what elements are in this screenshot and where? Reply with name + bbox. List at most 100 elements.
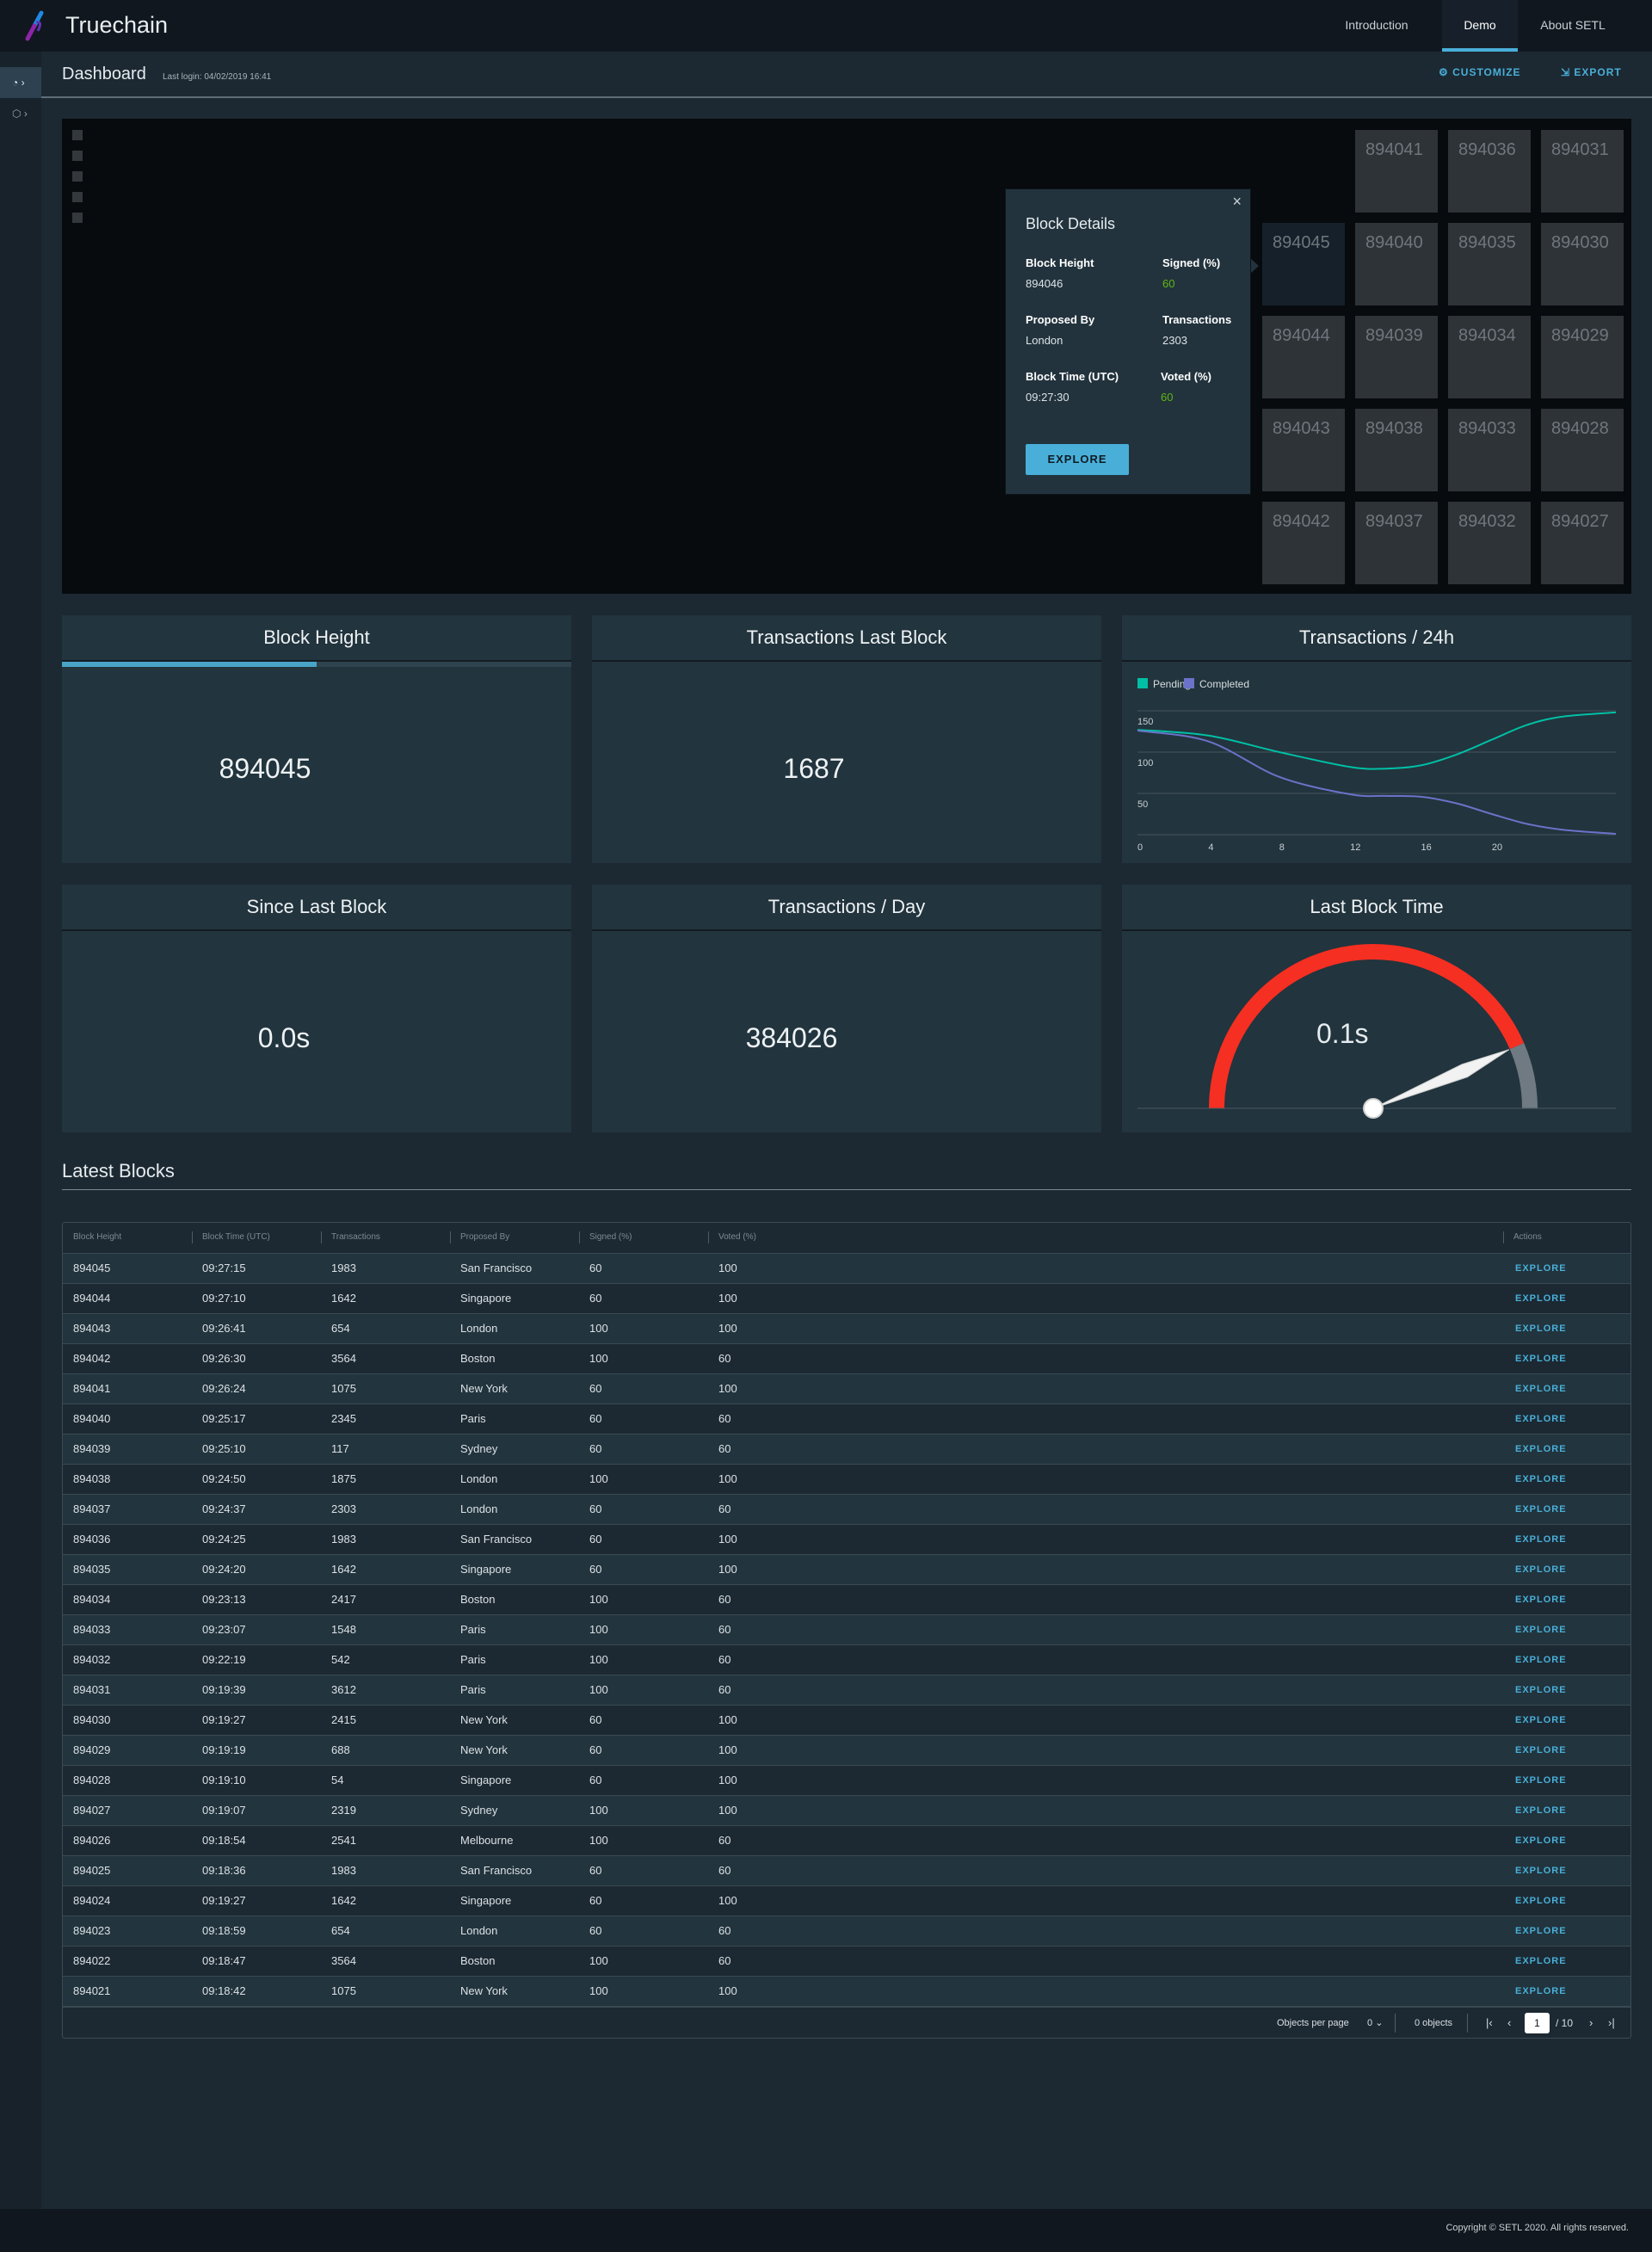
sidebar-item-blocks[interactable]: ⬡ › — [0, 98, 41, 129]
explore-link[interactable]: EXPLORE — [1515, 1284, 1567, 1313]
column-separator[interactable] — [708, 1231, 709, 1243]
column-header[interactable]: Block Time (UTC) — [202, 1223, 270, 1252]
table-cell: 1983 — [331, 1262, 356, 1274]
prev-page-icon[interactable]: ‹ — [1507, 2008, 1511, 2039]
block-tile[interactable]: 894028 — [1541, 409, 1624, 491]
table-cell: 100 — [589, 1984, 608, 1997]
explore-link[interactable]: EXPLORE — [1515, 1947, 1567, 1976]
table-cell: 100 — [718, 1472, 737, 1485]
explore-link[interactable]: EXPLORE — [1515, 1826, 1567, 1855]
block-tile[interactable]: 894039 — [1355, 316, 1438, 398]
column-header[interactable]: Voted (%) — [718, 1223, 756, 1252]
explore-link[interactable]: EXPLORE — [1515, 1645, 1567, 1675]
popover-title: Block Details — [1026, 215, 1116, 232]
table-cell: Sydney — [460, 1442, 498, 1455]
field-label: Voted (%) — [1161, 370, 1211, 383]
table-cell: 100 — [718, 1984, 737, 1997]
zoom-control[interactable] — [72, 151, 83, 161]
block-tile[interactable]: 894038 — [1355, 409, 1438, 491]
block-tile[interactable]: 894035 — [1448, 223, 1531, 305]
per-page-select[interactable]: 0 ⌄ — [1367, 2008, 1383, 2039]
block-tile[interactable]: 894032 — [1448, 502, 1531, 584]
brand-name[interactable]: Truechain — [65, 12, 168, 39]
explore-link[interactable]: EXPLORE — [1515, 1374, 1567, 1404]
explore-link[interactable]: EXPLORE — [1515, 1615, 1567, 1644]
explore-link[interactable]: EXPLORE — [1515, 1675, 1567, 1705]
table-row: 894038 09:24:50 1875 London 100 100 EXPLORE — [63, 1464, 1630, 1494]
zoom-control[interactable] — [72, 171, 83, 182]
explore-link[interactable]: EXPLORE — [1515, 1434, 1567, 1464]
column-separator[interactable] — [192, 1231, 193, 1243]
legend-item[interactable]: Completed — [1184, 678, 1249, 690]
explore-link[interactable]: EXPLORE — [1515, 1977, 1567, 2006]
column-separator[interactable] — [579, 1231, 580, 1243]
column-separator[interactable] — [450, 1231, 451, 1243]
explore-link[interactable]: EXPLORE — [1515, 1856, 1567, 1885]
block-tile[interactable]: 894037 — [1355, 502, 1438, 584]
column-header[interactable]: Transactions — [331, 1223, 380, 1252]
column-separator[interactable] — [321, 1231, 322, 1243]
table-cell: 894024 — [73, 1894, 111, 1907]
explore-link[interactable]: EXPLORE — [1515, 1465, 1567, 1494]
block-tile[interactable]: 894040 — [1355, 223, 1438, 305]
page-title: Dashboard — [62, 65, 146, 83]
explore-link[interactable]: EXPLORE — [1515, 1555, 1567, 1584]
block-tile[interactable]: 894045 — [1262, 223, 1345, 305]
block-tile[interactable]: 894041 — [1355, 130, 1438, 213]
table-cell: Singapore — [460, 1774, 512, 1786]
block-tile[interactable]: 894036 — [1448, 130, 1531, 213]
explore-link[interactable]: EXPLORE — [1515, 1404, 1567, 1434]
zoom-control[interactable] — [72, 130, 83, 140]
explore-link[interactable]: EXPLORE — [1515, 1916, 1567, 1946]
table-cell: 2417 — [331, 1593, 356, 1606]
field-value: 894046 — [1026, 277, 1063, 290]
page-input[interactable]: 1 — [1525, 2013, 1550, 2033]
explore-link[interactable]: EXPLORE — [1515, 1796, 1567, 1825]
close-icon[interactable]: × — [1232, 193, 1242, 211]
explore-link[interactable]: EXPLORE — [1515, 1585, 1567, 1614]
legend-item[interactable]: Pending — [1137, 678, 1191, 690]
column-separator[interactable] — [1503, 1231, 1504, 1243]
column-header[interactable]: Actions — [1513, 1223, 1542, 1252]
block-tile[interactable]: 894033 — [1448, 409, 1531, 491]
explore-link[interactable]: EXPLORE — [1515, 1314, 1567, 1343]
table-cell: 1642 — [331, 1292, 356, 1305]
explore-link[interactable]: EXPLORE — [1515, 1344, 1567, 1373]
block-tile[interactable]: 894031 — [1541, 130, 1624, 213]
progress-fill — [62, 662, 317, 667]
column-header[interactable]: Proposed By — [460, 1223, 509, 1252]
explore-link[interactable]: EXPLORE — [1515, 1736, 1567, 1765]
explore-link[interactable]: EXPLORE — [1515, 1766, 1567, 1795]
table-cell: 100 — [589, 1352, 608, 1365]
explore-link[interactable]: EXPLORE — [1515, 1254, 1567, 1283]
explore-link[interactable]: EXPLORE — [1515, 1495, 1567, 1524]
export-button[interactable]: ⇲ EXPORT — [1561, 66, 1622, 78]
column-header[interactable]: Signed (%) — [589, 1223, 632, 1252]
block-tile[interactable]: 894027 — [1541, 502, 1624, 584]
explore-link[interactable]: EXPLORE — [1515, 1886, 1567, 1916]
first-page-icon[interactable]: |‹ — [1486, 2008, 1493, 2039]
block-tile[interactable]: 894043 — [1262, 409, 1345, 491]
explore-link[interactable]: EXPLORE — [1515, 1706, 1567, 1735]
sidebar-item-dashboard[interactable]: ◔ › — [0, 67, 41, 98]
nav-about-setl[interactable]: About SETL — [1526, 0, 1619, 52]
table-cell: Boston — [460, 1954, 496, 1967]
customize-button[interactable]: ⚙ CUSTOMIZE — [1439, 66, 1521, 78]
block-tile[interactable]: 894042 — [1262, 502, 1345, 584]
popover-explore-button[interactable]: EXPLORE — [1026, 444, 1129, 475]
block-tile[interactable]: 894030 — [1541, 223, 1624, 305]
last-page-icon[interactable]: ›| — [1608, 2008, 1615, 2039]
nav-introduction[interactable]: Introduction — [1325, 0, 1428, 52]
table-row: 894028 09:19:10 54 Singapore 60 100 EXPLORE — [63, 1765, 1630, 1795]
explore-link[interactable]: EXPLORE — [1515, 1525, 1567, 1554]
next-page-icon[interactable]: › — [1589, 2008, 1593, 2039]
zoom-control[interactable] — [72, 213, 83, 223]
zoom-control[interactable] — [72, 192, 83, 202]
table-cell: 894039 — [73, 1442, 111, 1455]
column-header[interactable]: Block Height — [73, 1223, 121, 1252]
nav-demo[interactable]: Demo — [1442, 0, 1518, 52]
table-cell: 60 — [589, 1864, 602, 1877]
block-tile[interactable]: 894034 — [1448, 316, 1531, 398]
block-tile[interactable]: 894029 — [1541, 316, 1624, 398]
block-tile[interactable]: 894044 — [1262, 316, 1345, 398]
